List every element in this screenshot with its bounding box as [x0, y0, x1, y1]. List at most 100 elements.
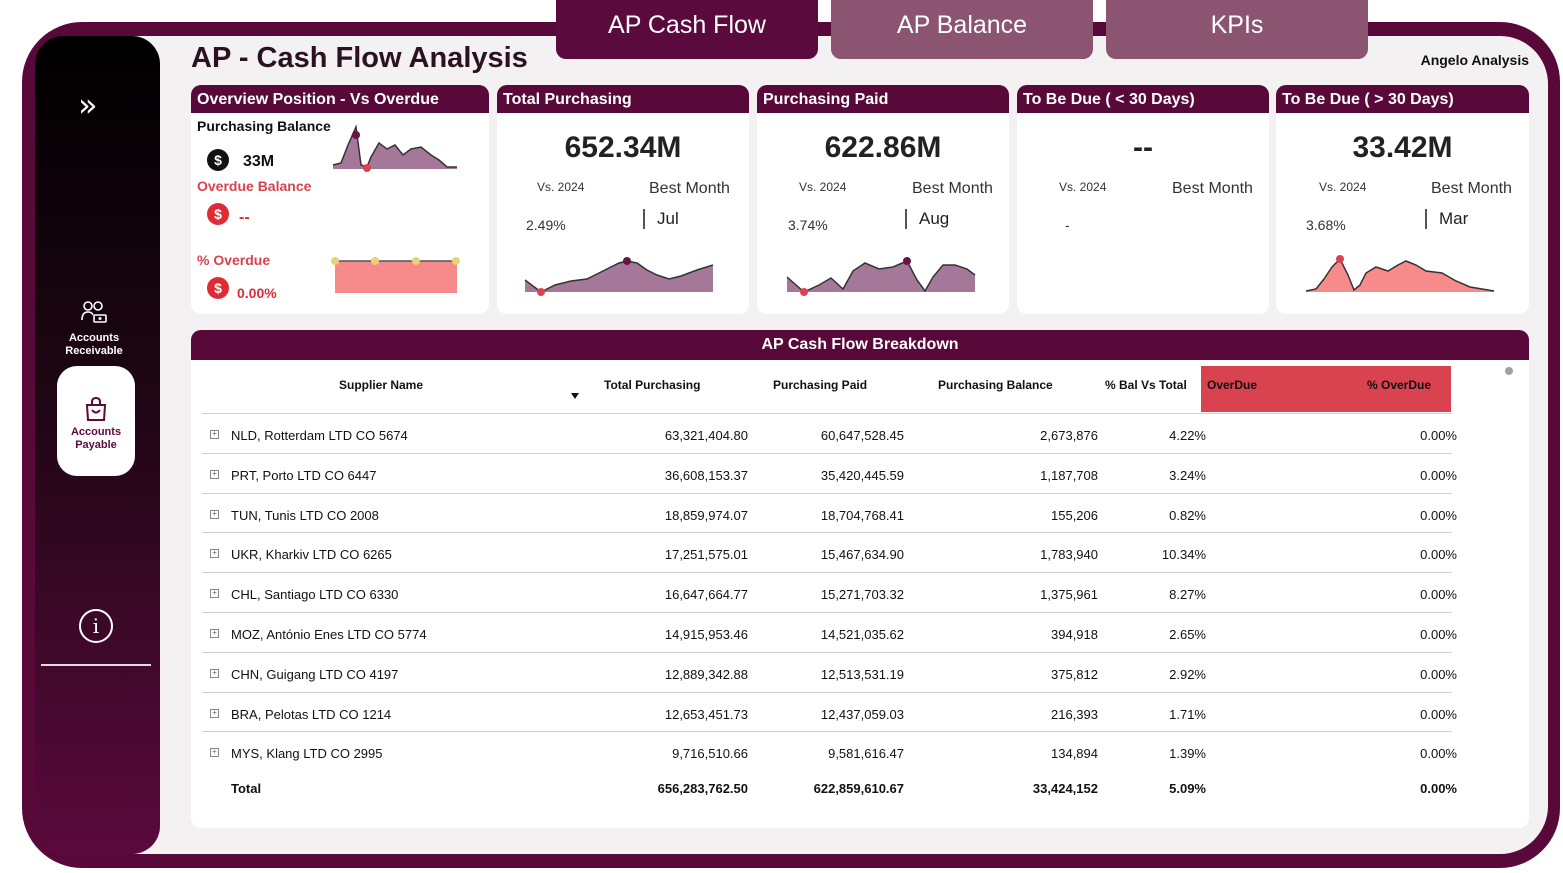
table-row[interactable]: + NLD, Rotterdam LTD CO 5674 63,321,404.80…: [202, 413, 1457, 454]
tab-ap-balance[interactable]: AP Balance: [831, 0, 1093, 59]
table-cell: 14,915,953.46: [664, 627, 748, 642]
table-cell: 1.71%: [1169, 706, 1206, 722]
col-header-purchasing-paid[interactable]: Purchasing Paid: [773, 378, 867, 392]
col-header-total-purchasing[interactable]: Total Purchasing: [604, 378, 700, 392]
table-cell: 656,283,762.50: [657, 781, 748, 797]
kpi-vs-label: Vs. 2024: [1059, 180, 1107, 194]
table-cell: 134,894: [1051, 746, 1098, 762]
table-cell: 0.00%: [1420, 587, 1457, 603]
kpi-card-total-purchasing: Total Purchasing 652.34M Vs. 2024 Best M…: [497, 85, 749, 314]
scrollbar-thumb[interactable]: [1505, 367, 1513, 375]
supplier-name: CHN, Guigang LTD CO 4197: [231, 666, 399, 682]
total-label: Total: [231, 781, 262, 797]
table-cell: 394,918: [1051, 627, 1098, 642]
table-cell: 0.00%: [1420, 428, 1457, 443]
expand-row-icon[interactable]: +: [210, 629, 219, 638]
table-cell: 216,393: [1051, 706, 1098, 722]
table-row[interactable]: + MOZ, António Enes LTD CO 5774 14,915,953…: [202, 612, 1457, 653]
table-cell: 8.27%: [1169, 587, 1206, 603]
supplier-name: MOZ, António Enes LTD CO 5774: [231, 627, 427, 642]
kpi-card-due-gt-30: To Be Due ( > 30 Days) 33.42M Vs. 2024 B…: [1276, 85, 1529, 314]
card-title: To Be Due ( < 30 Days): [1017, 85, 1269, 113]
kpi-card-due-lt-30: To Be Due ( < 30 Days) -- Vs. 2024 Best …: [1017, 85, 1269, 314]
shopping-bag-icon: [85, 396, 107, 421]
table-cell: 15,271,703.32: [820, 587, 904, 603]
table-cell: 12,653,451.73: [664, 706, 748, 722]
kpi-best-month-label: Best Month: [1172, 180, 1253, 197]
supplier-name: MYS, Klang LTD CO 2995: [231, 746, 383, 762]
table-cell: 1,187,708: [1040, 467, 1098, 483]
col-header-pct-bal[interactable]: % Bal Vs Total: [1105, 378, 1187, 392]
tab-kpis[interactable]: KPIs: [1106, 0, 1368, 59]
col-header-pct-overdue[interactable]: % OverDue: [1367, 378, 1431, 392]
expand-sidebar-icon[interactable]: »: [78, 86, 98, 124]
col-header-purchasing-balance[interactable]: Purchasing Balance: [938, 378, 1053, 392]
table-cell: 2,673,876: [1040, 428, 1098, 443]
table-cell: 0.00%: [1420, 507, 1457, 523]
expand-row-icon[interactable]: +: [210, 708, 219, 718]
table-row[interactable]: + UKR, Kharkiv LTD CO 6265 17,251,575.01 15…: [202, 532, 1457, 573]
table-cell: 9,581,616.47: [828, 746, 904, 762]
table-cell: 5.09%: [1169, 781, 1206, 797]
table-cell: 16,647,664.77: [664, 587, 748, 603]
sidebar-item-accounts-payable[interactable]: Accounts Payable: [57, 366, 135, 476]
table-cell: 155,206: [1051, 507, 1098, 523]
expand-row-icon[interactable]: +: [210, 469, 219, 479]
overview-sparklines: [331, 124, 460, 293]
table-cell: 1,375,961: [1040, 587, 1098, 603]
sidebar-item-label: Accounts: [70, 426, 122, 438]
table-cell: 3.24%: [1169, 467, 1206, 483]
table-cell: 14,521,035.62: [820, 627, 904, 642]
supplier-name: NLD, Rotterdam LTD CO 5674: [231, 428, 408, 443]
table-row[interactable]: + BRA, Pelotas LTD CO 1214 12,653,451.73 12…: [202, 691, 1457, 733]
supplier-name: BRA, Pelotas LTD CO 1214: [231, 706, 392, 722]
kpi-sparkline: [1305, 255, 1495, 292]
table-cell: 17,251,575.01: [664, 547, 748, 563]
cash-flow-table: AP Cash Flow Breakdown Supplier Name Tot…: [191, 330, 1529, 828]
table-cell: 18,704,768.41: [820, 507, 904, 523]
table-cell: 9,716,510.66: [672, 746, 748, 762]
supplier-name: UKR, Kharkiv LTD CO 6265: [231, 547, 392, 563]
table-cell: 0.00%: [1420, 746, 1457, 762]
table-cell: 4.22%: [1169, 428, 1206, 443]
expand-row-icon[interactable]: +: [210, 549, 219, 559]
tab-ap-cash-flow[interactable]: AP Cash Flow: [556, 0, 818, 59]
expand-row-icon[interactable]: +: [210, 748, 219, 758]
table-cell: 36,608,153.37: [664, 467, 748, 483]
table-cell: 0.00%: [1420, 666, 1457, 682]
sidebar-item-accounts-receivable[interactable]: Accounts Receivable: [44, 300, 144, 358]
purchasing-balance-sparkline: [333, 127, 457, 169]
table-cell: 1,783,940: [1040, 547, 1098, 563]
sort-desc-icon[interactable]: [571, 393, 579, 399]
table-cell: 0.00%: [1420, 627, 1457, 642]
expand-row-icon[interactable]: +: [210, 589, 219, 599]
table-cell: 0.00%: [1420, 706, 1457, 722]
sidebar-divider: [41, 664, 151, 666]
sidebar-item-label: Accounts: [68, 332, 120, 344]
table-row[interactable]: + CHN, Guigang LTD CO 4197 12,889,342.88 12…: [202, 651, 1457, 693]
sidebar-item-label: Payable: [75, 439, 117, 451]
sidebar-item-label: Receivable: [65, 345, 123, 357]
table-cell: 1.39%: [1169, 746, 1206, 762]
table-row[interactable]: + TUN, Tunis LTD CO 2008 18,859,974.07 18,7…: [202, 492, 1457, 534]
info-icon[interactable]: i: [79, 609, 113, 643]
table-cell: 15,467,634.90: [820, 547, 904, 563]
table-cell: 63,321,404.80: [664, 428, 748, 443]
table-cell: 33,424,152: [1032, 781, 1098, 797]
table-cell: 0.00%: [1420, 467, 1457, 483]
kpi-sparkline: [786, 257, 976, 296]
expand-row-icon[interactable]: +: [210, 430, 219, 439]
table-cell: 622,859,610.67: [813, 781, 904, 797]
table-row[interactable]: + PRT, Porto LTD CO 6447 36,608,153.37 35,4…: [202, 452, 1457, 494]
expand-row-icon[interactable]: +: [210, 509, 219, 519]
kpi-sparkline: [524, 257, 714, 296]
table-row[interactable]: + CHL, Santiago LTD CO 6330 16,647,664.77 1…: [202, 572, 1457, 613]
overview-card: Overview Position - Vs Overdue Purchasin…: [191, 85, 489, 314]
supplier-name: PRT, Porto LTD CO 6447: [231, 467, 377, 483]
expand-row-icon[interactable]: +: [210, 668, 219, 678]
page-title: AP - Cash Flow Analysis: [191, 42, 528, 74]
table-cell: 375,812: [1051, 666, 1098, 682]
kpi-pct: -: [1065, 217, 1070, 233]
col-header-supplier[interactable]: Supplier Name: [339, 378, 423, 392]
col-header-overdue[interactable]: OverDue: [1207, 378, 1257, 392]
